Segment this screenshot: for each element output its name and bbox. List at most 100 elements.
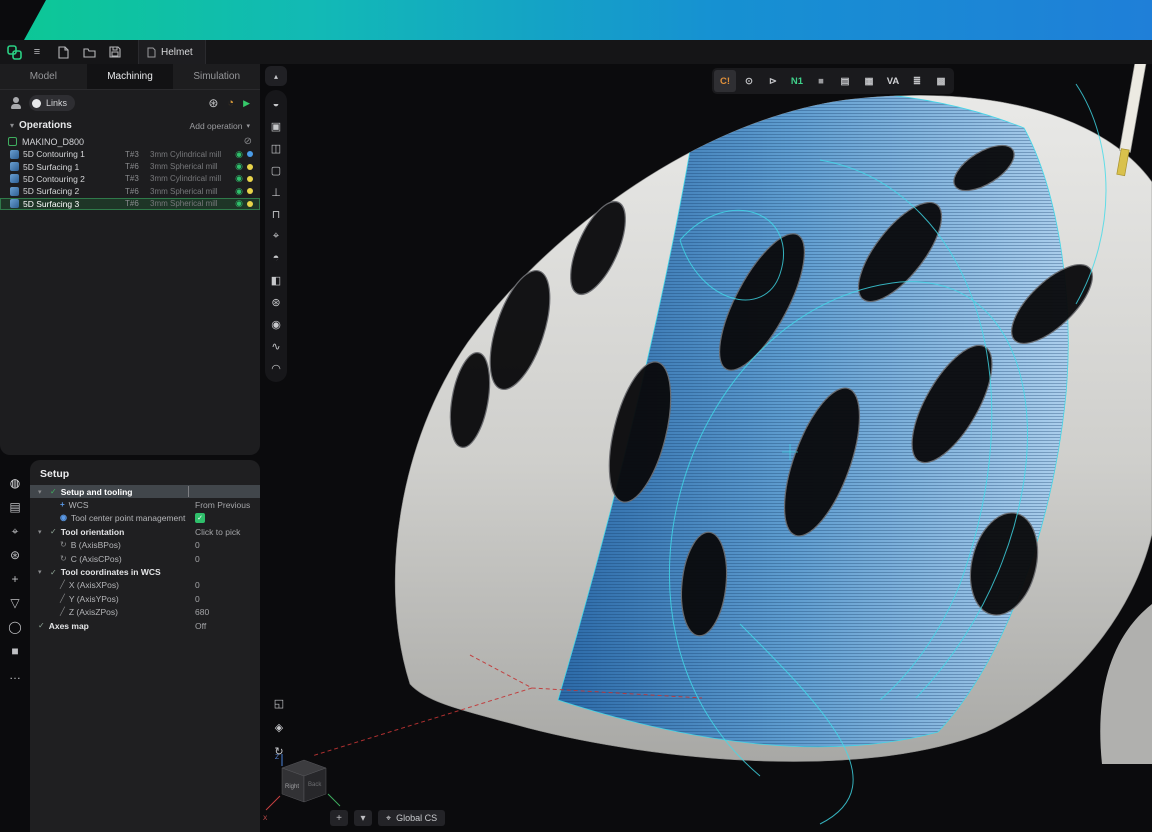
statistics-button[interactable]: ▦ [858, 70, 880, 92]
nc-blocks-button[interactable]: N1 [786, 70, 808, 92]
open-file-button[interactable] [78, 42, 100, 62]
surface-icon[interactable]: ◠ [265, 357, 287, 379]
operation-row[interactable]: 5D Contouring 2 T#3 3mm Cylindrical mill… [0, 173, 260, 185]
setup-row-label: C (AxisCPos) [71, 554, 122, 564]
fixture-icon[interactable]: ◫ [265, 137, 287, 159]
setup-row-axis-b[interactable]: ↻ B (AxisBPos) 0 [30, 539, 260, 552]
titlebar: ≡ Helmet [0, 40, 1152, 64]
simulation-status-icon[interactable]: ◉ [235, 199, 243, 208]
history-icon[interactable]: ◔ [227, 97, 234, 109]
top-gradient-bar [0, 0, 1152, 40]
settings-icon[interactable]: ⊛ [4, 544, 26, 566]
tab-simulation[interactable]: Simulation [173, 64, 260, 89]
collapse-toolbar-button[interactable]: ▴ [265, 66, 287, 86]
setup-row-axis-c[interactable]: ↻ C (AxisCPos) 0 [30, 552, 260, 565]
chevron-down-icon[interactable]: ▾ [10, 121, 14, 130]
setup-row-tool-orientation[interactable]: ▾ ✓ Tool orientation Click to pick [30, 525, 260, 538]
setup-row-axes-map[interactable]: ✓ Axes map Off [30, 619, 260, 632]
setup-row-value[interactable]: 0 [195, 594, 200, 604]
setup-row-wcs[interactable]: + WCS From Previous [30, 498, 260, 511]
machine-icon[interactable]: ▣ [265, 115, 287, 137]
coordinate-system-chip[interactable]: ⌖ Global CS [378, 810, 445, 826]
operation-row[interactable]: 5D Surfacing 2 T#6 3mm Spherical mill ◉ [0, 185, 260, 197]
simulation-status-icon[interactable]: ◉ [235, 150, 243, 159]
chevron-down-icon[interactable]: ▾ [38, 488, 46, 496]
navigation-icon[interactable]: ⌖ [4, 520, 26, 542]
curve-icon[interactable]: ∿ [265, 335, 287, 357]
pattern-icon[interactable]: ⊛ [265, 291, 287, 313]
tool-icon[interactable]: ⊥ [265, 181, 287, 203]
chevron-down-icon[interactable]: ▾ [38, 568, 46, 576]
machine-row[interactable]: MAKINO_D800 ⊘ [0, 135, 260, 148]
setup-row-value[interactable]: 0 [195, 554, 200, 564]
save-button[interactable] [104, 42, 126, 62]
machine-head-icon[interactable]: ◒ [265, 93, 287, 115]
setup-row-tool-coordinates[interactable]: ▾ ✓ Tool coordinates in WCS [30, 565, 260, 578]
simulation-status-icon[interactable]: ◉ [235, 174, 243, 183]
tab-model[interactable]: Model [0, 64, 87, 89]
links-toggle[interactable]: Links [29, 95, 75, 111]
transform-icon[interactable]: + [4, 568, 26, 590]
tool-list-button[interactable]: ▤ [834, 70, 856, 92]
section-view-icon[interactable]: ◈ [268, 716, 290, 738]
setup-row-value[interactable]: Off [195, 621, 206, 631]
setup-row-value[interactable]: 0 [195, 540, 200, 550]
setup-row-value[interactable]: 680 [195, 607, 209, 617]
point-icon[interactable]: ◉ [265, 313, 287, 335]
app-logo-icon[interactable] [6, 44, 22, 60]
setup-row-value[interactable]: From Previous [195, 500, 250, 510]
vibration-analysis-button[interactable]: VA [882, 70, 904, 92]
probe-button[interactable]: ⊳ [762, 70, 784, 92]
inspect-button[interactable]: ⊙ [738, 70, 760, 92]
setup-row-setup-and-tooling[interactable]: ▾ ✓ Setup and tooling [30, 485, 260, 498]
operation-row-selected[interactable]: 5D Surfacing 3 T#6 3mm Spherical mill ◉ [0, 198, 260, 210]
new-file-button[interactable] [52, 42, 74, 62]
main-menu-button[interactable]: ≡ [26, 42, 48, 62]
probe-icon[interactable]: ⌖ [265, 225, 287, 247]
add-cs-button[interactable]: + [330, 810, 348, 826]
more-icon[interactable]: … [4, 664, 26, 686]
chevron-down-icon[interactable]: ▾ [354, 810, 372, 826]
stock-view-button[interactable]: ■ [810, 70, 832, 92]
machine-name: MAKINO_D800 [22, 137, 84, 147]
add-operation-button[interactable]: Add operation ▾ [190, 121, 250, 131]
viewport-side-toolbar: ▴ ◒ ▣ ◫ ▢ ⊥ ⊓ ⌖ ◓ ◧ ⊛ ◉ ∿ ◠ [264, 66, 288, 382]
3d-viewport[interactable]: ▴ ◒ ▣ ◫ ▢ ⊥ ⊓ ⌖ ◓ ◧ ⊛ ◉ ∿ ◠ C! ⊙ ⊳ N1 [260, 64, 1152, 832]
operation-cutter: 3mm Spherical mill [150, 162, 231, 171]
texture-icon[interactable]: ▤ [4, 496, 26, 518]
left-icon-strip: ◍ ▤ ⌖ ⊛ + ▽ ◯ ■ … [0, 468, 30, 686]
document-tab[interactable]: Helmet [138, 40, 206, 64]
render-shading-icon[interactable]: ◍ [4, 472, 26, 494]
collision-check-button[interactable]: C! [714, 70, 736, 92]
tab-machining[interactable]: Machining [87, 64, 174, 89]
setup-row-label: Axes map [49, 621, 89, 631]
run-button[interactable]: ▶ [243, 98, 250, 109]
door-icon[interactable]: ◧ [265, 269, 287, 291]
setup-row-axis-x[interactable]: ╱ X (AxisXPos) 0 [30, 579, 260, 592]
operation-row[interactable]: 5D Contouring 1 T#3 3mm Cylindrical mill… [0, 148, 260, 160]
simulation-status-icon[interactable]: ◉ [235, 187, 243, 196]
check-icon: ✓ [38, 621, 45, 630]
gear-icon[interactable]: ⊛ [208, 96, 218, 110]
fit-view-icon[interactable]: ◱ [268, 692, 290, 714]
tcp-checkbox[interactable]: ✓ [195, 513, 205, 523]
globe-icon[interactable]: ◯ [4, 616, 26, 638]
simulation-status-icon[interactable]: ◉ [235, 162, 243, 171]
operation-row[interactable]: 5D Surfacing 1 T#6 3mm Spherical mill ◉ [0, 160, 260, 172]
magnet-icon[interactable]: ◓ [265, 247, 287, 269]
viewport-3d-scene[interactable] [260, 64, 1152, 832]
setup-row-value[interactable]: Click to pick [195, 527, 240, 537]
setup-row-value[interactable]: 0 [195, 580, 200, 590]
setup-row-axis-y[interactable]: ╱ Y (AxisYPos) 0 [30, 592, 260, 605]
stock-icon[interactable]: ▢ [265, 159, 287, 181]
setup-row-axis-z[interactable]: ╱ Z (AxisZPos) 680 [30, 606, 260, 619]
chevron-down-icon[interactable]: ▾ [38, 528, 46, 536]
holder-icon[interactable]: ⊓ [265, 203, 287, 225]
helmet-model[interactable] [395, 91, 1152, 764]
filter-icon[interactable]: ▽ [4, 592, 26, 614]
chevron-down-icon: ▾ [246, 122, 250, 130]
layers-button[interactable]: ≣ [906, 70, 928, 92]
grid-button[interactable]: ▩ [930, 70, 952, 92]
setup-row-tcp-management[interactable]: ◉ Tool center point management ✓ [30, 512, 260, 525]
stop-icon[interactable]: ■ [4, 640, 26, 662]
